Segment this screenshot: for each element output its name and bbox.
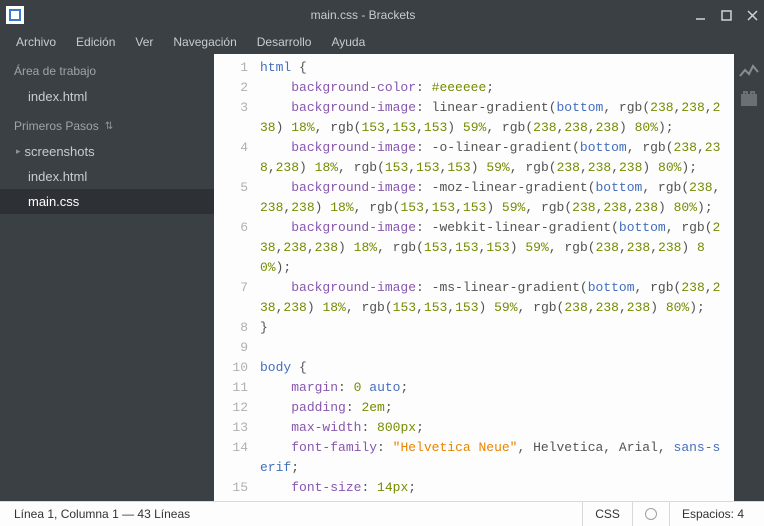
code-text: background-image: -o-linear-gradient(bot…	[260, 138, 734, 178]
code-text	[260, 338, 272, 358]
code-line[interactable]: 3 background-image: linear-gradient(bott…	[214, 98, 734, 138]
code-text: margin: 0 auto;	[260, 378, 420, 398]
minimize-button[interactable]	[694, 9, 706, 21]
titlebar: main.css - Brackets	[0, 0, 764, 30]
code-line[interactable]: 1html {	[214, 58, 734, 78]
gutter-number: 8	[214, 318, 260, 338]
statusbar: Línea 1, Columna 1 — 43 Líneas CSS Espac…	[0, 501, 764, 526]
maximize-button[interactable]	[720, 9, 732, 21]
project-label: Primeros Pasos	[14, 119, 99, 133]
gutter-number: 16	[214, 498, 260, 501]
sort-icon: ⇅	[105, 121, 113, 132]
workarea-file[interactable]: index.html	[0, 84, 214, 109]
code-text: background-image: linear-gradient(bottom…	[260, 98, 734, 138]
folder-label: screenshots	[25, 144, 95, 159]
code-text: background-color: #eeeeee;	[260, 78, 506, 98]
indent-setting[interactable]: Espacios: 4	[669, 502, 756, 526]
menu-navegación[interactable]: Navegación	[165, 32, 244, 52]
code-line[interactable]: 7 background-image: -ms-linear-gradient(…	[214, 278, 734, 318]
code-text: max-width: 800px;	[260, 418, 436, 438]
code-text: html {	[260, 58, 319, 78]
gutter-number: 15	[214, 478, 260, 498]
code-line[interactable]: 5 background-image: -moz-linear-gradient…	[214, 178, 734, 218]
code-line[interactable]: 9	[214, 338, 734, 358]
sidebar: Área de trabajo index.html Primeros Paso…	[0, 54, 214, 501]
gutter-number: 14	[214, 438, 260, 478]
file-item[interactable]: main.css	[0, 189, 214, 214]
folder-item[interactable]: ▸ screenshots	[0, 139, 214, 164]
menu-archivo[interactable]: Archivo	[8, 32, 64, 52]
gutter-number: 10	[214, 358, 260, 378]
code-line[interactable]: 8}	[214, 318, 734, 338]
code-line[interactable]: 11 margin: 0 auto;	[214, 378, 734, 398]
code-line[interactable]: 2 background-color: #eeeeee;	[214, 78, 734, 98]
code-text: line-height: 1.5em;	[260, 498, 451, 501]
gutter-number: 5	[214, 178, 260, 218]
code-line[interactable]: 12 padding: 2em;	[214, 398, 734, 418]
gutter-number: 9	[214, 338, 260, 358]
workarea-header: Área de trabajo	[0, 54, 214, 84]
language-mode[interactable]: CSS	[582, 502, 632, 526]
code-line[interactable]: 4 background-image: -o-linear-gradient(b…	[214, 138, 734, 178]
code-text: font-size: 14px;	[260, 478, 428, 498]
gutter-number: 2	[214, 78, 260, 98]
code-text: body {	[260, 358, 319, 378]
close-button[interactable]	[746, 9, 758, 21]
extensions-icon[interactable]	[739, 90, 759, 108]
gutter-number: 1	[214, 58, 260, 78]
inspection-indicator[interactable]	[632, 502, 669, 526]
gutter-number: 11	[214, 378, 260, 398]
cursor-position[interactable]: Línea 1, Columna 1 — 43 Líneas	[8, 507, 582, 521]
live-preview-icon[interactable]	[739, 62, 759, 80]
triangle-icon: ▸	[16, 146, 21, 157]
gutter-number: 6	[214, 218, 260, 278]
code-line[interactable]: 15 font-size: 14px;	[214, 478, 734, 498]
menu-desarrollo[interactable]: Desarrollo	[249, 32, 320, 52]
gutter-number: 12	[214, 398, 260, 418]
code-line[interactable]: 16 line-height: 1.5em;	[214, 498, 734, 501]
menu-ayuda[interactable]: Ayuda	[323, 32, 373, 52]
code-text: background-image: -moz-linear-gradient(b…	[260, 178, 734, 218]
code-line[interactable]: 10body {	[214, 358, 734, 378]
gutter-number: 13	[214, 418, 260, 438]
project-header[interactable]: Primeros Pasos ⇅	[0, 109, 214, 139]
app-icon	[6, 6, 24, 24]
right-panel	[734, 54, 764, 501]
code-text: }	[260, 318, 280, 338]
file-item[interactable]: index.html	[0, 164, 214, 189]
gutter-number: 7	[214, 278, 260, 318]
window-title: main.css - Brackets	[32, 8, 694, 22]
code-line[interactable]: 14 font-family: "Helvetica Neue", Helvet…	[214, 438, 734, 478]
menu-ver[interactable]: Ver	[127, 32, 161, 52]
gutter-number: 4	[214, 138, 260, 178]
code-text: font-family: "Helvetica Neue", Helvetica…	[260, 438, 734, 478]
menubar: ArchivoEdiciónVerNavegaciónDesarrolloAyu…	[0, 30, 764, 54]
gutter-number: 3	[214, 98, 260, 138]
code-editor[interactable]: 1html {2 background-color: #eeeeee;3 bac…	[214, 54, 734, 501]
code-line[interactable]: 6 background-image: -webkit-linear-gradi…	[214, 218, 734, 278]
code-text: background-image: -webkit-linear-gradien…	[260, 218, 734, 278]
code-line[interactable]: 13 max-width: 800px;	[214, 418, 734, 438]
circle-icon	[645, 508, 657, 520]
menu-edición[interactable]: Edición	[68, 32, 123, 52]
code-text: padding: 2em;	[260, 398, 405, 418]
code-text: background-image: -ms-linear-gradient(bo…	[260, 278, 734, 318]
